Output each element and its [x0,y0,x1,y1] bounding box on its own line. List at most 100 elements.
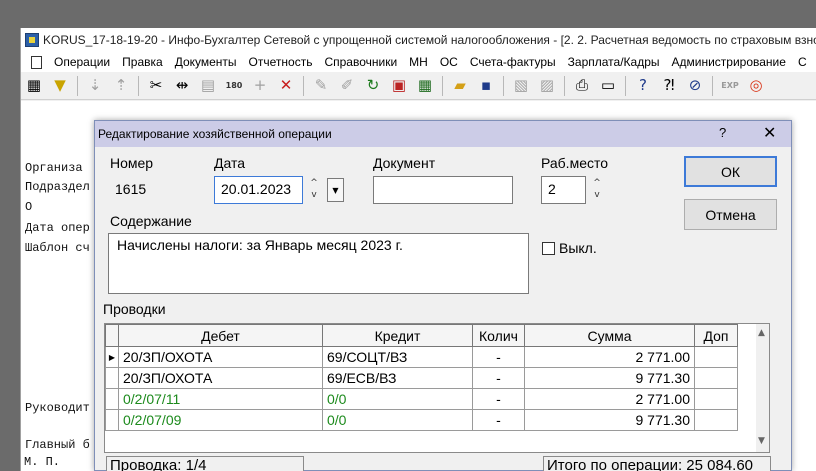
dialog-titlebar: Редактирование хозяйственной операции ? … [95,121,791,147]
print-icon[interactable]: ⎙ [571,75,593,97]
operation-total-status: Итого по операции: 25 084.60 [543,456,771,471]
date-spin-down-icon[interactable]: v [308,190,320,201]
cell-sum[interactable]: 2 771.00 [524,346,695,368]
toolbar-separator [138,75,139,96]
column-debit[interactable]: Дебет [118,324,323,347]
menu-os[interactable]: ОС [434,55,464,69]
main-titlebar: KORUS_17-18-19-20 - Инфо-Бухгалтер Сетев… [21,28,816,52]
cell-credit[interactable]: 0/0 [322,409,473,431]
export-icon[interactable]: EXP [719,75,741,97]
report-line: Организа [25,161,83,175]
column-sum[interactable]: Сумма [524,324,695,347]
cell-credit[interactable]: 0/0 [322,388,473,410]
open-folder-icon[interactable]: ▰ [449,75,471,97]
toolbar-separator [625,75,626,96]
cell-credit[interactable]: 69/СОЦТ/ВЗ [322,346,473,368]
scroll-up-icon[interactable]: ▲ [758,328,765,338]
split-icon[interactable]: ⇹ [171,75,193,97]
vertical-scrollbar[interactable]: ▲ ▼ [756,324,769,452]
document-menu-icon[interactable] [31,55,42,69]
chart-icon[interactable]: ▨ [536,75,558,97]
cell-debit[interactable]: 20/ЗП/ОХОТА [118,367,323,389]
menu-more[interactable]: С [792,55,813,69]
delete-icon[interactable]: ✕ [275,75,297,97]
calendar-180-icon[interactable]: 180 [223,75,245,97]
workplace-spin-down-icon[interactable]: v [591,190,603,201]
disabled-checkbox-wrap[interactable]: Выкл. [542,240,597,256]
pen-icon[interactable]: ✎ [310,75,332,97]
workplace-spin-up-icon[interactable]: ^ [591,178,603,189]
menu-mn[interactable]: МН [403,55,434,69]
toolbar-separator [442,75,443,96]
cell-qty[interactable]: - [472,346,525,368]
sort-desc-icon[interactable]: ⇡ [110,75,132,97]
table-row[interactable]: 0/2/07/11 0/0 - 2 771.00 [105,388,738,410]
cell-debit[interactable]: 0/2/07/09 [118,409,323,431]
save-icon[interactable]: ▪ [475,75,497,97]
table-row[interactable]: ▶ 20/ЗП/ОХОТА 69/СОЦТ/ВЗ - 2 771.00 [105,346,738,368]
image-icon[interactable]: ▧ [510,75,532,97]
cell-qty[interactable]: - [472,367,525,389]
close-icon[interactable]: ✕ [763,123,776,142]
cell-debit[interactable]: 20/ЗП/ОХОТА [118,346,323,368]
context-help-icon[interactable]: ⁈ [658,75,680,97]
content-field[interactable]: Начислены налоги: за Январь месяц 2023 г… [108,233,529,294]
menu-references[interactable]: Справочники [318,55,403,69]
workplace-field[interactable]: 2 [541,176,586,204]
compass-icon[interactable]: ⊘ [684,75,706,97]
add-icon[interactable]: + [249,75,271,97]
cell-extra[interactable] [694,388,738,410]
cut-icon[interactable]: ✂ [145,75,167,97]
cell-credit[interactable]: 69/ЕСВ/ВЗ [322,367,473,389]
cell-sum[interactable]: 9 771.30 [524,367,695,389]
entry-position-status: Проводка: 1/4 [106,456,304,471]
workplace-label: Раб.место [541,155,609,171]
column-credit[interactable]: Кредит [322,324,473,347]
entries-table: Дебет Кредит Колич Сумма Доп ▶ 20/ЗП/ОХО… [105,324,738,431]
lifebuoy-icon[interactable]: ◎ [745,75,767,97]
date-spin-up-icon[interactable]: ^ [308,178,320,189]
cancel-button[interactable]: Отмена [684,199,777,230]
document-field[interactable] [373,176,513,204]
help-button[interactable]: ? [719,125,726,140]
column-extra[interactable]: Доп [694,324,738,347]
menu-administration[interactable]: Администрирование [666,55,792,69]
table-row[interactable]: 0/2/07/09 0/0 - 9 771.30 [105,409,738,431]
content-label: Содержание [110,213,192,229]
preview-icon[interactable]: ▭ [597,75,619,97]
filter-icon[interactable]: ▼ [49,75,71,97]
grid-icon[interactable]: ▦ [23,75,45,97]
menu-documents[interactable]: Документы [169,55,243,69]
cell-sum[interactable]: 9 771.30 [524,409,695,431]
refresh-icon[interactable]: ↻ [362,75,384,97]
menu-operations[interactable]: Операции [48,55,116,69]
cell-extra[interactable] [694,346,738,368]
entries-grid: Дебет Кредит Колич Сумма Доп ▶ 20/ЗП/ОХО… [104,323,770,453]
menu-payroll[interactable]: Зарплата/Кадры [562,55,666,69]
date-dropdown-button[interactable]: ▼ [327,178,344,202]
pen-gray-icon[interactable]: ✐ [336,75,358,97]
cell-extra[interactable] [694,409,738,431]
cell-qty[interactable]: - [472,388,525,410]
paste-icon[interactable]: ▤ [197,75,219,97]
window-title: KORUS_17-18-19-20 - Инфо-Бухгалтер Сетев… [43,33,816,47]
cell-debit[interactable]: 0/2/07/11 [118,388,323,410]
column-qty[interactable]: Колич [472,324,525,347]
number-field: 1615 [108,176,168,204]
cell-qty[interactable]: - [472,409,525,431]
menu-reporting[interactable]: Отчетность [243,55,319,69]
menu-invoices[interactable]: Счета-фактуры [464,55,562,69]
doc-pdf-icon[interactable]: ▣ [388,75,410,97]
menu-edit[interactable]: Правка [116,55,169,69]
scroll-down-icon[interactable]: ▼ [758,436,765,446]
sort-asc-icon[interactable]: ⇣ [84,75,106,97]
report-line: Дата опер [25,221,90,235]
cell-sum[interactable]: 2 771.00 [524,388,695,410]
date-field[interactable]: 20.01.2023 [214,176,303,204]
help-icon[interactable]: ? [632,75,654,97]
calculator-icon[interactable]: ▦ [414,75,436,97]
table-row[interactable]: 20/ЗП/ОХОТА 69/ЕСВ/ВЗ - 9 771.30 [105,367,738,389]
disabled-checkbox[interactable] [542,241,555,255]
cell-extra[interactable] [694,367,738,389]
ok-button[interactable]: ОК [684,156,777,187]
